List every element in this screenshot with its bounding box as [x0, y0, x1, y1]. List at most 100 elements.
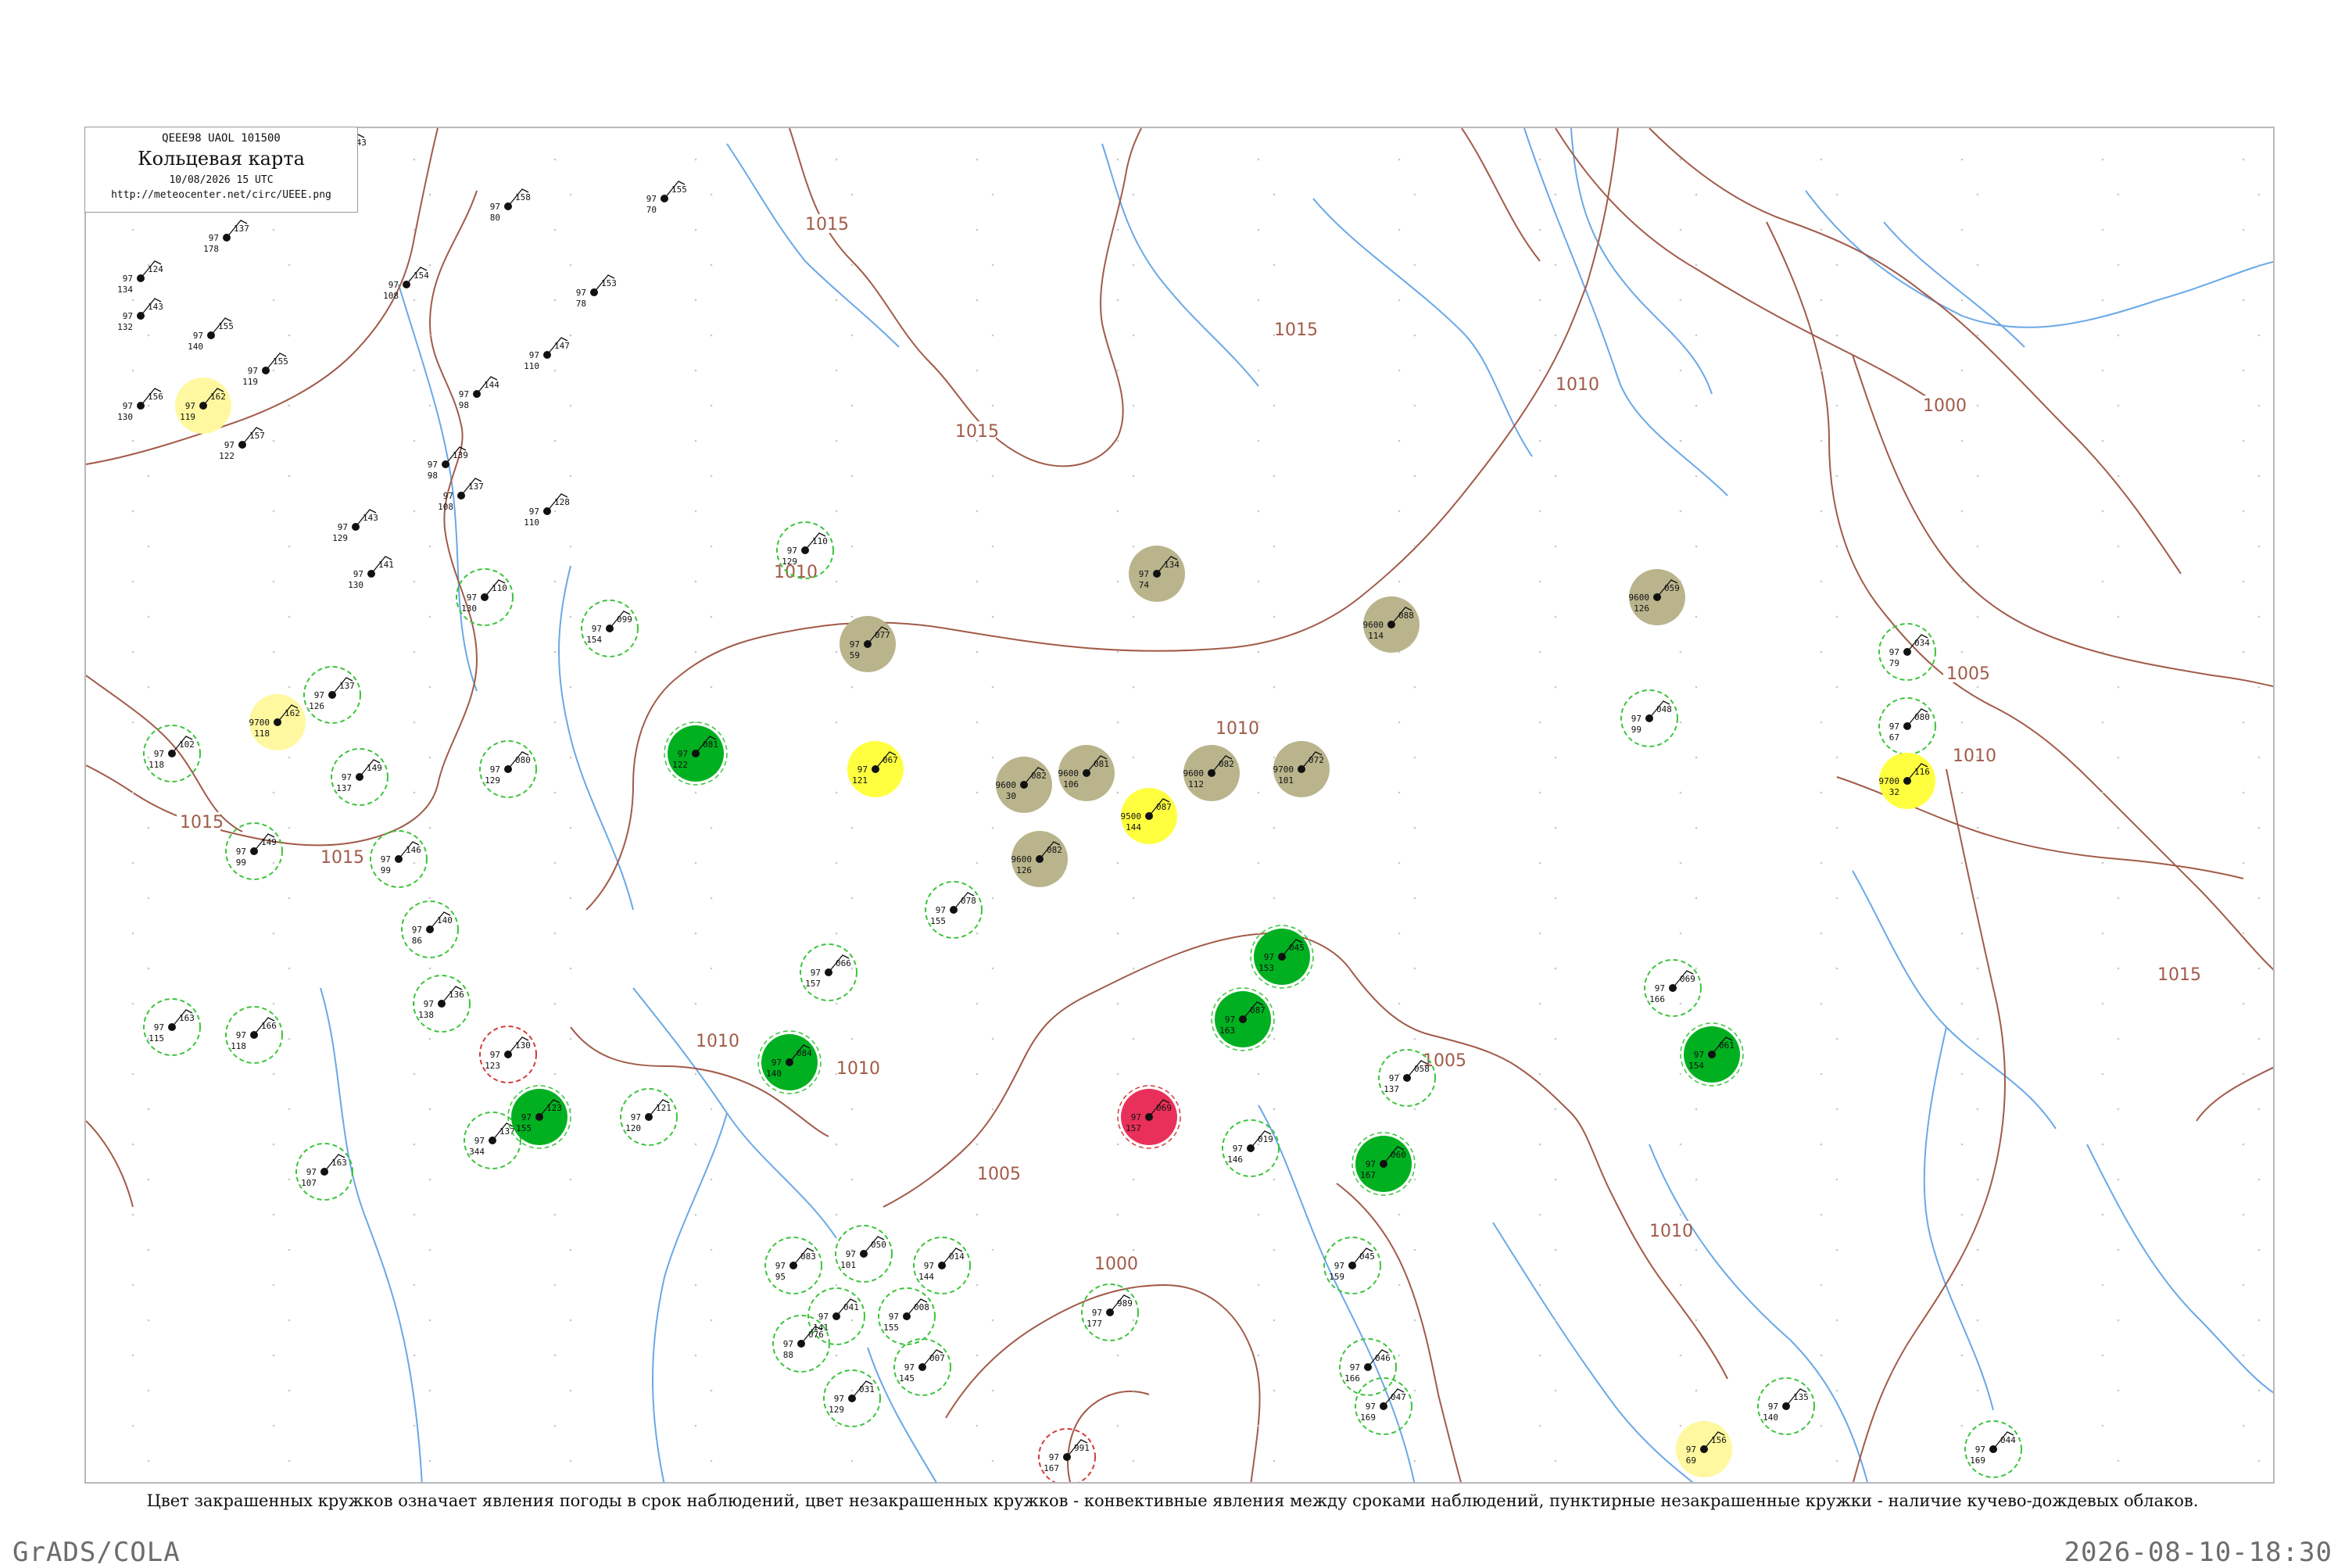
station-plot[interactable]: 008 97155	[878, 1287, 936, 1345]
station-plot[interactable]: 072 9700101	[1273, 741, 1330, 797]
station-plot[interactable]: 061 97154	[1680, 1022, 1744, 1087]
station-plot[interactable]: 149 9799	[225, 822, 283, 880]
station-plot[interactable]: 163 97115	[143, 998, 201, 1056]
station-plot[interactable]: 050 97101	[835, 1225, 893, 1283]
station-plot[interactable]: 137 97126	[303, 666, 361, 724]
station-plot[interactable]: 081 9600106	[1058, 745, 1115, 801]
map-canvas[interactable]: 1015101510151010100010101010100510101015…	[86, 128, 2275, 1484]
station-plot[interactable]: 123 97155	[507, 1085, 571, 1149]
station-plot[interactable]: 082 9600112	[1183, 745, 1241, 801]
station-plot[interactable]: 084 97140	[757, 1030, 822, 1094]
station-plot[interactable]: 155 97140	[188, 317, 234, 352]
station-plot[interactable]: 155 9770	[646, 181, 687, 215]
station-plot[interactable]: 141 97130	[348, 556, 394, 590]
grid-dot	[850, 615, 854, 618]
station-dewpoint: 70	[646, 205, 657, 215]
station-plot[interactable]: 078 97155	[925, 881, 983, 939]
station-plot[interactable]: 045 97153	[1250, 925, 1314, 989]
station-plot[interactable]: 044 97169	[1964, 1420, 2022, 1478]
station-plot[interactable]: 124 97134	[117, 260, 163, 295]
station-plot[interactable]: 163 97107	[295, 1143, 353, 1201]
station-plot[interactable]: 153 9778	[576, 274, 617, 309]
station-plot[interactable]: 066 97157	[800, 943, 857, 1001]
station-plot[interactable]: 046 97166	[1339, 1338, 1397, 1396]
station-plot[interactable]: 034 9779	[1878, 623, 1936, 681]
station-plot[interactable]: 081 97122	[664, 721, 728, 786]
station-plot[interactable]: 080 9767	[1878, 697, 1936, 755]
synoptic-map[interactable]: 1015 1015 1015 1010 1000 1010 1010 1005 1010 1015…	[84, 127, 2275, 1484]
grid-dot	[1398, 369, 1401, 372]
station-plot[interactable]: 082 960030	[996, 757, 1053, 813]
station-pressure: 082	[1031, 771, 1047, 781]
station-plot[interactable]: 140 9786	[401, 900, 459, 958]
station-plot[interactable]: 991 97167	[1038, 1428, 1096, 1484]
grid-dot	[850, 1389, 854, 1392]
map-url[interactable]: http://meteocenter.net/circ/UEEE.png	[85, 189, 357, 201]
station-pressure: 143	[148, 302, 163, 312]
station-plot[interactable]: 007 97145	[893, 1338, 951, 1396]
station-plot[interactable]: 045 97159	[1323, 1237, 1381, 1294]
station-plot[interactable]: 155 97119	[242, 353, 288, 387]
station-plot[interactable]: 083 9795	[764, 1237, 822, 1294]
station-plot[interactable]: 158 9780	[490, 188, 531, 223]
station-plot[interactable]: 137 97108	[438, 478, 484, 512]
station-plot[interactable]: 080 97129	[479, 740, 537, 798]
station-plot[interactable]: 147 97110	[524, 337, 570, 371]
station-plot[interactable]: 135 97140	[1757, 1377, 1815, 1435]
station-plot[interactable]: 154 97108	[383, 267, 429, 301]
grid-dot	[850, 1459, 854, 1462]
grid-dot	[569, 404, 572, 407]
station-pressure: 110	[492, 583, 507, 593]
station-plot[interactable]: 143 97132	[117, 298, 163, 332]
station-plot[interactable]: 149 97137	[331, 748, 388, 806]
station-plot[interactable]: 077 9759	[840, 616, 896, 672]
station-plot[interactable]: 088 9600114	[1363, 596, 1420, 653]
station-plot[interactable]: 069 97166	[1644, 959, 1702, 1017]
grid-dot	[2242, 158, 2245, 161]
station-temperature: 97	[1768, 1402, 1778, 1412]
station-plot[interactable]: 014 97144	[913, 1237, 971, 1294]
grid-dot	[694, 1002, 697, 1005]
station-plot[interactable]: 143 97129	[332, 509, 378, 543]
station-plot[interactable]: 116 970032	[1879, 753, 1936, 809]
grid-dot	[991, 334, 994, 337]
station-plot[interactable]: 162 9700118	[249, 694, 306, 750]
station-plot[interactable]: 130 97123	[479, 1026, 537, 1083]
station-plot[interactable]: 128 97110	[524, 493, 570, 528]
station-plot[interactable]: 059 9600126	[1629, 569, 1686, 625]
station-plot[interactable]: 087 97163	[1211, 987, 1275, 1051]
station-plot[interactable]: 087 9500144	[1121, 788, 1178, 844]
station-plot[interactable]: 146 9799	[370, 830, 428, 888]
station-plot[interactable]: 157 97122	[219, 427, 265, 461]
station-plot[interactable]: 121 97120	[620, 1088, 678, 1146]
station-plot[interactable]: 134 9774	[1129, 546, 1185, 602]
station-plot[interactable]: 099 97154	[581, 600, 639, 657]
grid-dot	[694, 439, 697, 442]
station-plot[interactable]: 031 97129	[823, 1369, 881, 1427]
station-temperature: 97	[123, 311, 133, 321]
grid-dot	[2101, 1072, 2104, 1076]
station-plot[interactable]: 137 97178	[203, 220, 249, 254]
station-plot[interactable]: 067 97121	[847, 741, 904, 797]
grid-dot	[1960, 1143, 1964, 1146]
station-plot[interactable]: 110 97130	[456, 568, 514, 626]
station-plot[interactable]: 162 97119	[175, 378, 231, 434]
station-plot[interactable]: 048 9799	[1620, 689, 1678, 747]
station-dewpoint: 166	[1649, 994, 1665, 1004]
grid-dot	[1398, 1002, 1401, 1005]
station-plot[interactable]: 136 97138	[413, 975, 471, 1033]
station-plot[interactable]: 144 9798	[459, 376, 499, 410]
grid-dot	[2117, 1459, 2120, 1462]
station-dewpoint: 153	[1258, 963, 1274, 973]
grid-dot	[1538, 1283, 1541, 1287]
station-plot[interactable]: 060 97167	[1352, 1132, 1416, 1196]
station-plot[interactable]: 082 9600126	[1011, 831, 1069, 887]
station-plot[interactable]: 102 97118	[143, 725, 201, 782]
grid-dot	[272, 650, 275, 653]
station-plot[interactable]: 156 9769	[1676, 1421, 1732, 1477]
station-plot[interactable]: 156 97130	[117, 388, 163, 422]
station-plot[interactable]: 069 97157	[1117, 1085, 1181, 1149]
station-pressure: 007	[929, 1353, 945, 1363]
station-plot[interactable]: 166 97118	[225, 1006, 283, 1064]
station-plot[interactable]: 139 9798	[428, 446, 468, 481]
